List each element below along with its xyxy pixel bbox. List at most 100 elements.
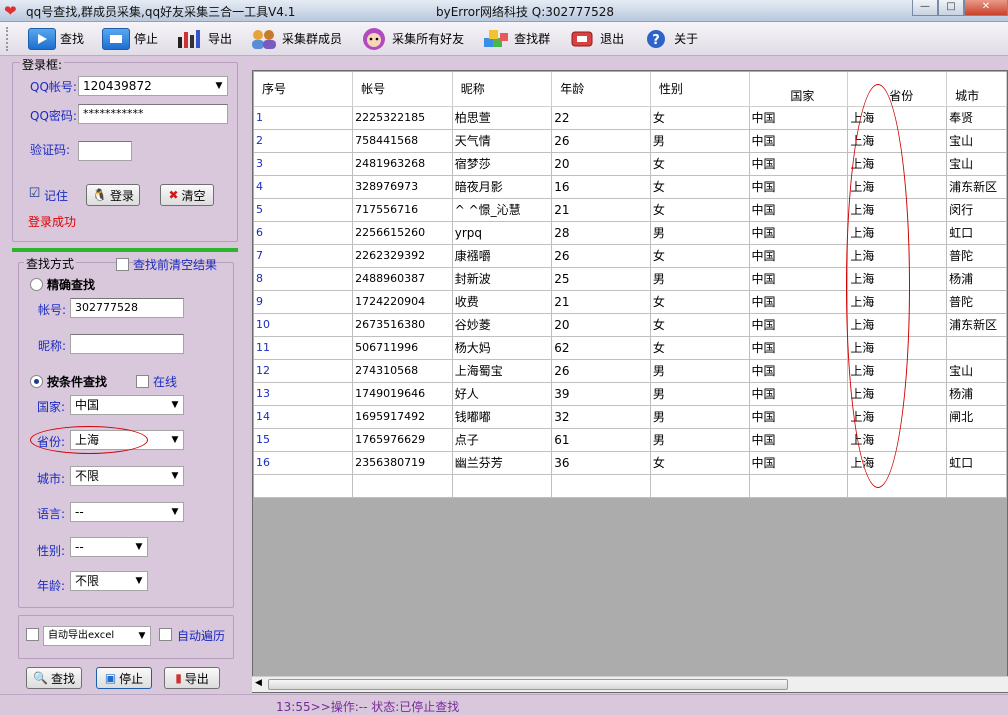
table-cell[interactable]: 中国 [749,336,849,360]
table-cell[interactable]: 中国 [749,152,849,176]
close-button[interactable]: ✕ [964,0,1008,16]
table-cell[interactable]: 中国 [749,221,849,245]
table-cell[interactable]: 中国 [749,129,849,153]
table-cell[interactable]: 1749019646 [352,382,453,406]
table-cell[interactable]: 26 [551,129,651,153]
table-cell[interactable]: 32 [551,405,651,429]
qq-password-field[interactable]: *********** [78,104,228,124]
table-cell[interactable]: 28 [551,221,651,245]
scroll-left-icon[interactable]: ◀ [255,678,262,688]
table-row[interactable]: 1 2225322185 柏思萱 22 女中国 上海 奉贤 [254,106,1007,130]
clear-button[interactable]: ✖ 清空 [160,184,214,206]
table-cell[interactable]: 506711996 [352,336,453,360]
table-cell[interactable]: 2256615260 [352,221,453,245]
toolbar-exit-button[interactable]: 退出 [562,25,630,53]
table-cell[interactable]: 点子 [452,428,553,452]
table-cell[interactable]: 16 [254,451,354,475]
auto-traverse-checkbox[interactable] [159,628,172,641]
table-cell[interactable]: 封新波 [452,267,553,291]
table-cell[interactable]: 21 [551,198,651,222]
table-row[interactable]: 16 2356380719 幽兰芬芳 36 女中国 上海 虹口 [254,451,1007,475]
table-row[interactable]: 10 2673516380 谷妙菱 20 女中国 上海 浦东新区 [254,313,1007,337]
table-cell[interactable]: 758441568 [352,129,453,153]
col-country[interactable]: 国家 [749,72,849,107]
table-cell[interactable]: 16 [551,175,651,199]
table-cell[interactable]: 中国 [749,198,849,222]
table-cell[interactable]: 上海 [847,405,948,429]
toolbar-export-button[interactable]: 导出 [170,25,238,53]
table-cell[interactable]: 宝山 [946,152,1007,176]
table-cell[interactable]: 2488960387 [352,267,453,291]
table-cell[interactable] [452,474,553,498]
table-cell[interactable] [352,474,453,498]
table-cell[interactable]: 中国 [749,451,849,475]
table-cell[interactable]: 男 [650,382,750,406]
gender-select[interactable]: -- ▼ [70,537,148,557]
table-cell[interactable]: 好人 [452,382,553,406]
table-cell[interactable]: 男 [650,428,750,452]
table-row[interactable]: 12 274310568 上海蜀宝 26 男中国 上海 宝山 [254,359,1007,383]
table-cell[interactable] [946,428,1007,452]
table-cell[interactable]: 收费 [452,290,553,314]
table-cell[interactable]: 天气情 [452,129,553,153]
table-cell[interactable] [254,474,354,498]
city-select[interactable]: 不限 ▼ [70,466,184,486]
table-cell[interactable]: 274310568 [352,359,453,383]
exact-search-radio[interactable] [30,278,43,291]
table-cell[interactable]: 女 [650,152,750,176]
table-cell[interactable]: 上海 [847,267,948,291]
table-cell[interactable]: 1724220904 [352,290,453,314]
table-cell[interactable]: 26 [551,244,651,268]
table-cell[interactable]: 男 [650,359,750,383]
clear-before-search-checkbox[interactable] [116,258,129,271]
language-select[interactable]: -- ▼ [70,502,184,522]
table-cell[interactable]: yrpq [452,221,553,245]
horizontal-scrollbar[interactable]: ◀ [252,676,1008,692]
condition-search-radio[interactable] [30,375,43,388]
bottom-export-button[interactable]: ▮ 导出 [164,667,220,689]
table-cell[interactable] [946,474,1007,498]
table-row[interactable]: 9 1724220904 收费 21 女中国 上海 普陀 [254,290,1007,314]
online-checkbox[interactable] [136,375,149,388]
toolbar-all-friends-button[interactable]: 采集所有好友 [354,25,470,53]
col-gender[interactable]: 性别 [650,72,750,107]
table-cell[interactable]: 宝山 [946,129,1007,153]
table-cell[interactable]: 闸北 [946,405,1007,429]
table-cell[interactable]: 男 [650,267,750,291]
table-cell[interactable]: 5 [254,198,354,222]
table-cell[interactable]: 闵行 [946,198,1007,222]
table-cell[interactable]: 杨浦 [946,267,1007,291]
table-cell[interactable]: 中国 [749,267,849,291]
col-nickname[interactable]: 昵称 [452,72,553,107]
table-cell[interactable]: 上海 [847,313,948,337]
table-cell[interactable]: 3 [254,152,354,176]
age-select[interactable]: 不限 ▼ [70,571,148,591]
table-cell[interactable]: 36 [551,451,651,475]
auto-export-select[interactable]: 自动导出excel ▼ [43,626,151,646]
toolbar-find-group-button[interactable]: 查找群 [476,25,556,53]
table-cell[interactable]: 上海 [847,359,948,383]
table-cell[interactable] [650,474,750,498]
col-age[interactable]: 年龄 [551,72,651,107]
col-province[interactable]: 省份 [847,72,948,107]
col-account[interactable]: 帐号 [352,72,453,107]
table-cell[interactable]: 717556716 [352,198,453,222]
table-cell[interactable]: 7 [254,244,354,268]
table-cell[interactable]: 26 [551,359,651,383]
table-row[interactable]: 5 717556716 ^ ^憬_沁慧 21 女中国 上海 闵行 [254,198,1007,222]
table-row[interactable]: 14 1695917492 钱嘟嘟 32 男中国 上海 闸北 [254,405,1007,429]
table-cell[interactable]: 女 [650,106,750,130]
table-cell[interactable]: 谷妙菱 [452,313,553,337]
table-cell[interactable]: 11 [254,336,354,360]
table-row[interactable]: 8 2488960387 封新波 25 男中国 上海 杨浦 [254,267,1007,291]
table-row[interactable]: 6 2256615260 yrpq 28 男中国 上海 虹口 [254,221,1007,245]
table-cell[interactable]: 61 [551,428,651,452]
table-cell[interactable]: 暗夜月影 [452,175,553,199]
table-cell[interactable]: 男 [650,221,750,245]
table-cell[interactable]: 上海 [847,175,948,199]
table-cell[interactable]: 62 [551,336,651,360]
table-cell[interactable]: 中国 [749,382,849,406]
table-row-empty[interactable] [254,474,1007,498]
table-cell[interactable]: 21 [551,290,651,314]
qq-account-combo[interactable]: 120439872 ▼ [78,76,228,96]
